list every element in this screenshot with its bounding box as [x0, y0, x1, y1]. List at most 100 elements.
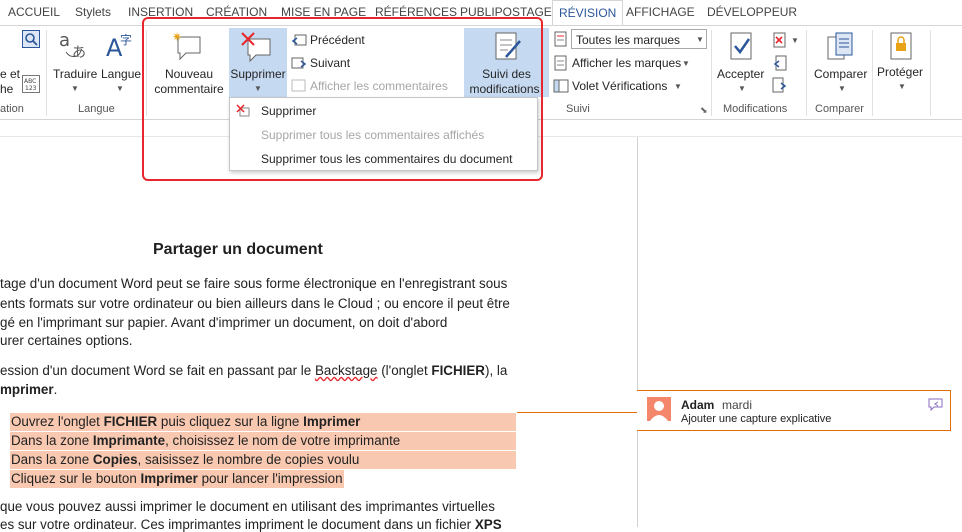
language-button[interactable]: Langue — [101, 67, 141, 81]
protect-icon[interactable] — [888, 31, 916, 61]
delete-button[interactable]: Supprimer — [229, 67, 287, 81]
comment-connector-line — [517, 412, 637, 413]
accept-icon[interactable] — [728, 31, 756, 63]
markup-select[interactable]: Toutes les marques ▼ — [571, 29, 707, 49]
previous-change-icon[interactable] — [772, 55, 788, 71]
chevron-down-icon[interactable]: ▼ — [738, 84, 746, 93]
group-label-verification: ation — [0, 103, 24, 115]
track-changes-icon[interactable] — [492, 31, 524, 63]
previous-comment-icon[interactable] — [291, 32, 307, 48]
text-run: Dans la zone — [11, 433, 93, 448]
spelling-flagged-word: Backstage — [314, 363, 378, 378]
previous-comment-button[interactable]: Précédent — [310, 33, 365, 47]
list-item[interactable]: Dans la zone Imprimante, choisissez le n… — [11, 433, 400, 448]
menu-item-delete[interactable]: Supprimer — [261, 104, 316, 118]
chevron-down-icon[interactable]: ▼ — [838, 84, 846, 93]
delete-comment-icon[interactable] — [240, 31, 274, 63]
list-item[interactable]: Cliquez sur le bouton Imprimer pour lanc… — [11, 471, 343, 486]
bold-run: Copies — [92, 452, 138, 467]
text-run: es sur votre ordinateur. Ces imprimantes… — [0, 517, 475, 532]
text-run: Ouvrez l'onglet — [11, 414, 104, 429]
comment-text[interactable]: Ajouter une capture explicative — [681, 413, 831, 425]
tab-insertion[interactable]: INSERTION — [128, 5, 193, 19]
list-item[interactable]: Dans la zone Copies, saisissez le nombre… — [11, 452, 359, 467]
markup-select-value: Toutes les marques — [576, 33, 681, 47]
proofing-label-1[interactable]: e et — [0, 67, 20, 81]
protect-button[interactable]: Protéger — [877, 65, 923, 79]
bold-run: Imprimer — [303, 414, 361, 429]
delete-dropdown-menu: Supprimer Supprimer tous les commentaire… — [229, 97, 538, 171]
avatar — [647, 397, 671, 421]
menu-item-delete-all-shown: Supprimer tous les commentaires affichés — [261, 128, 485, 142]
bold-run: FICHIER — [431, 363, 485, 378]
search-icon[interactable] — [22, 30, 40, 48]
chevron-down-icon[interactable]: ▼ — [254, 84, 262, 93]
text-run: , choisissez le nom de votre imprimante — [165, 433, 401, 448]
bold-run: FICHIER — [103, 414, 158, 429]
chevron-down-icon[interactable]: ▼ — [674, 82, 682, 91]
group-label-modifications: Modifications — [723, 103, 788, 115]
reply-icon[interactable] — [928, 397, 944, 412]
tab-stylets[interactable]: Stylets — [75, 5, 111, 19]
document-title[interactable]: Partager un document — [153, 241, 323, 259]
paragraph-line[interactable]: que vous pouvez aussi imprimer le docume… — [0, 499, 495, 514]
show-markup-button[interactable]: Afficher les marques — [572, 56, 681, 70]
translate-icon[interactable]: aあ — [58, 30, 92, 62]
tab-publipostage[interactable]: PUBLIPOSTAGE — [460, 5, 552, 19]
new-comment-label-2[interactable]: commentaire — [152, 82, 226, 96]
tab-developpeur[interactable]: DÉVELOPPEUR — [707, 5, 797, 19]
track-changes-label-2[interactable]: modifications — [462, 82, 547, 96]
new-comment-icon[interactable]: ✷ — [172, 30, 206, 63]
svg-text:ABC: ABC — [24, 78, 36, 85]
paragraph-line[interactable]: ession d'un document Word se fait en pas… — [0, 363, 507, 378]
tab-references[interactable]: RÉFÉRENCES — [375, 5, 457, 19]
tab-revision[interactable]: RÉVISION — [552, 0, 624, 26]
group-separator — [146, 30, 147, 116]
markup-display-icon — [553, 31, 569, 47]
compare-icon[interactable] — [826, 31, 856, 63]
paragraph-line[interactable]: gé en l'imprimant sur papier. Avant d'im… — [0, 315, 447, 330]
comment-balloon[interactable]: Adam mardi Ajouter une capture explicati… — [637, 390, 951, 431]
group-separator — [872, 30, 873, 116]
dialog-launcher-icon[interactable]: ⬊ — [700, 105, 708, 116]
compare-button[interactable]: Comparer — [814, 67, 867, 81]
translate-button[interactable]: Traduire — [53, 67, 97, 81]
new-comment-label-1[interactable]: Nouveau — [152, 67, 226, 81]
list-item[interactable]: Ouvrez l'onglet FICHIER puis cliquez sur… — [11, 414, 360, 429]
chevron-down-icon[interactable]: ▼ — [71, 84, 79, 93]
paragraph-line[interactable]: es sur votre ordinateur. Ces imprimantes… — [0, 517, 502, 532]
chevron-down-icon[interactable]: ▼ — [791, 36, 799, 45]
comments-pane-divider — [637, 136, 638, 527]
delete-comment-icon — [236, 104, 250, 118]
menu-item-delete-all[interactable]: Supprimer tous les commentaires du docum… — [261, 152, 512, 166]
paragraph-line[interactable]: urer certaines options. — [0, 333, 133, 348]
next-comment-icon[interactable] — [291, 55, 307, 71]
chevron-down-icon[interactable]: ▼ — [696, 35, 704, 44]
tab-creation[interactable]: CRÉATION — [206, 5, 267, 19]
reviewing-pane-icon — [553, 78, 569, 94]
text-run: (l'onglet — [377, 363, 432, 378]
reject-icon[interactable] — [772, 32, 788, 48]
paragraph-line[interactable]: tage d'un document Word peut se faire so… — [0, 276, 507, 291]
reviewing-pane-button[interactable]: Volet Vérifications — [572, 79, 667, 93]
show-comments-icon — [291, 78, 307, 94]
tab-affichage[interactable]: AFFICHAGE — [626, 5, 695, 19]
tab-mise-en-page[interactable]: MISE EN PAGE — [281, 5, 366, 19]
show-comments-button: Afficher les commentaires — [310, 79, 448, 93]
paragraph-line[interactable]: ents formats sur votre ordinateur ou bie… — [0, 296, 510, 311]
accept-button[interactable]: Accepter — [717, 67, 764, 81]
proofing-label-2[interactable]: he — [0, 82, 13, 96]
bold-run: Imprimante — [92, 433, 166, 448]
next-comment-button[interactable]: Suivant — [310, 56, 350, 70]
text-run: Cliquez sur le bouton — [11, 471, 141, 486]
paragraph-line[interactable]: mprimer. — [0, 382, 57, 397]
abc-123-icon[interactable]: ABC 123 — [22, 75, 40, 93]
track-changes-label-1[interactable]: Suivi des — [464, 67, 549, 81]
bold-run: Imprimer — [140, 471, 198, 486]
tab-accueil[interactable]: ACCUEIL — [8, 5, 60, 19]
language-icon[interactable]: A字 — [104, 30, 138, 62]
chevron-down-icon[interactable]: ▼ — [682, 59, 690, 68]
chevron-down-icon[interactable]: ▼ — [898, 82, 906, 91]
chevron-down-icon[interactable]: ▼ — [116, 84, 124, 93]
next-change-icon[interactable] — [772, 77, 788, 93]
